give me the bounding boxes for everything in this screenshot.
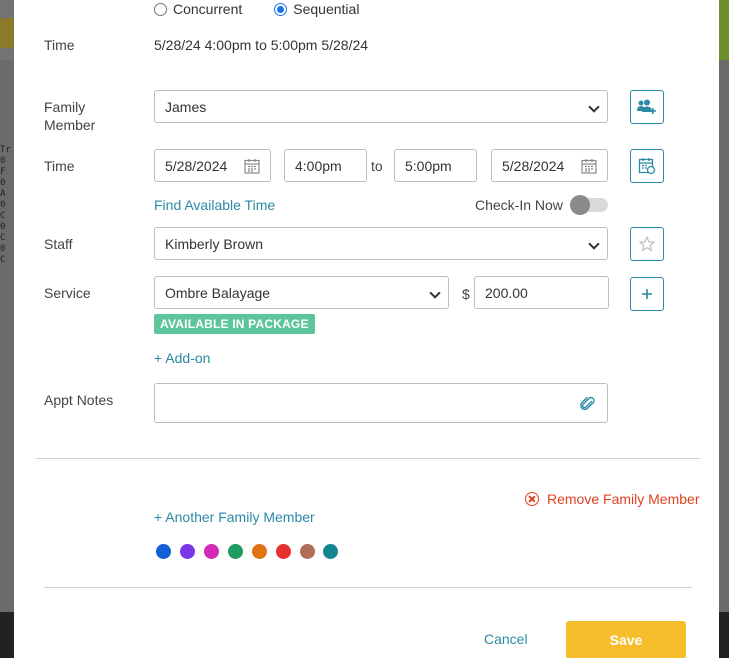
color-swatch-blue[interactable] bbox=[156, 544, 171, 559]
color-swatch-magenta[interactable] bbox=[204, 544, 219, 559]
check-in-label: Check-In Now bbox=[475, 197, 563, 213]
end-date-input[interactable]: 5/28/2024 bbox=[491, 149, 608, 182]
staff-label: Staff bbox=[44, 236, 73, 252]
sequential-radio[interactable] bbox=[274, 2, 288, 16]
check-in-toggle[interactable] bbox=[570, 195, 608, 215]
paperclip-icon[interactable] bbox=[579, 395, 597, 413]
start-time-input[interactable]: 4:00pm bbox=[284, 149, 367, 182]
price-input[interactable]: 200.00 bbox=[474, 276, 609, 309]
start-date-input[interactable]: 5/28/2024 bbox=[154, 149, 271, 182]
family-group-icon bbox=[637, 99, 656, 114]
start-date-value: 5/28/2024 bbox=[165, 157, 228, 174]
calendar-refresh-button[interactable] bbox=[630, 149, 664, 183]
concurrent-label[interactable]: Concurrent bbox=[173, 1, 242, 17]
color-swatch-green[interactable] bbox=[228, 544, 243, 559]
start-time-value: 4:00pm bbox=[295, 157, 342, 174]
plus-icon bbox=[642, 289, 652, 299]
background-text-line: 0 C bbox=[0, 200, 6, 221]
end-time-value: 5:00pm bbox=[405, 157, 452, 174]
background-footer-right bbox=[719, 612, 729, 658]
calendar-icon bbox=[581, 159, 597, 174]
service-label: Service bbox=[44, 285, 91, 301]
background-text-line: 0 C bbox=[0, 222, 6, 243]
add-service-button[interactable] bbox=[630, 277, 664, 311]
another-family-member-link[interactable]: + Another Family Member bbox=[154, 509, 315, 525]
color-swatch-red[interactable] bbox=[276, 544, 291, 559]
summary-time-value: 5/28/24 4:00pm to 5:00pm 5/28/24 bbox=[154, 37, 369, 53]
time-to-label: to bbox=[371, 158, 383, 174]
background-text-line: 0 F bbox=[0, 156, 6, 177]
color-swatch-brown[interactable] bbox=[300, 544, 315, 559]
add-family-button[interactable] bbox=[630, 90, 664, 124]
price-value: 200.00 bbox=[485, 284, 528, 301]
cancel-button[interactable]: Cancel bbox=[484, 631, 528, 647]
add-on-link[interactable]: + Add-on bbox=[154, 350, 210, 366]
price-currency: $ bbox=[462, 286, 470, 302]
booking-mode-group: Concurrent Sequential bbox=[154, 1, 385, 17]
section-divider bbox=[36, 458, 700, 459]
remove-family-member-button[interactable]: Remove Family Member bbox=[525, 491, 699, 507]
favorite-staff-button[interactable] bbox=[630, 227, 664, 261]
end-date-value: 5/28/2024 bbox=[502, 157, 565, 174]
background-yellow-tab bbox=[0, 18, 14, 48]
service-select[interactable]: Ombre Balayage bbox=[154, 276, 449, 309]
staff-value: Kimberly Brown bbox=[165, 235, 264, 252]
background-footer-left bbox=[0, 612, 14, 658]
concurrent-radio[interactable] bbox=[154, 2, 167, 16]
color-swatch-orange[interactable] bbox=[252, 544, 267, 559]
find-available-time-link[interactable]: Find Available Time bbox=[154, 197, 275, 213]
family-member-select[interactable]: James bbox=[154, 90, 608, 123]
star-icon bbox=[639, 236, 655, 252]
footer-divider bbox=[44, 587, 692, 588]
background-text-line: Tr bbox=[0, 145, 11, 155]
calendar-icon bbox=[244, 159, 260, 174]
sequential-label[interactable]: Sequential bbox=[293, 1, 359, 17]
family-member-value: James bbox=[165, 98, 207, 115]
background-text-line: 0 A bbox=[0, 178, 6, 199]
summary-time-label: Time bbox=[44, 37, 75, 53]
notes-input[interactable] bbox=[154, 383, 608, 423]
remove-family-member-label: Remove Family Member bbox=[547, 491, 700, 507]
save-button[interactable]: Save bbox=[566, 621, 686, 658]
family-member-label: Family Member bbox=[44, 98, 95, 134]
family-member-label-line1: Family bbox=[44, 99, 86, 115]
background-text-line: 0 C bbox=[0, 244, 6, 265]
service-value: Ombre Balayage bbox=[165, 284, 271, 301]
end-time-input[interactable]: 5:00pm bbox=[394, 149, 477, 182]
calendar-refresh-icon bbox=[638, 158, 656, 175]
package-badge: AVAILABLE IN PACKAGE bbox=[154, 314, 315, 334]
remove-circle-icon bbox=[525, 492, 539, 506]
color-swatch-teal[interactable] bbox=[323, 544, 338, 559]
appointment-modal: Concurrent Sequential Time 5/28/24 4:00p… bbox=[14, 0, 719, 658]
background-left-text: Tr 0 F 0 A 0 C 0 C 0 C bbox=[0, 145, 14, 266]
notes-label: Appt Notes bbox=[44, 392, 114, 408]
color-swatch-purple[interactable] bbox=[180, 544, 195, 559]
family-member-label-line2: Member bbox=[44, 117, 96, 133]
time-label: Time bbox=[44, 158, 75, 174]
staff-select[interactable]: Kimberly Brown bbox=[154, 227, 608, 260]
